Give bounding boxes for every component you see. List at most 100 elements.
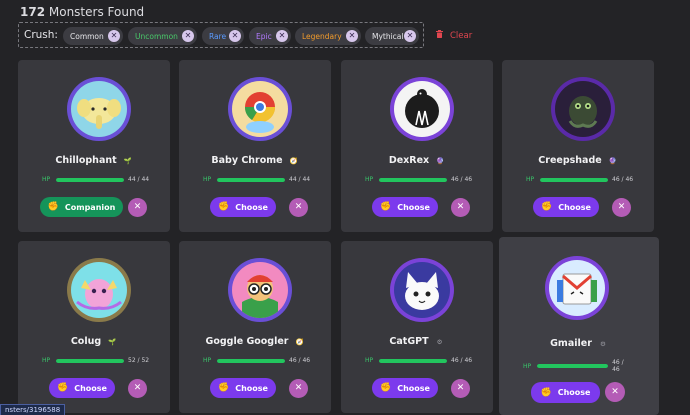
hp-value: 46 / 46 xyxy=(612,176,634,183)
avatar-ring xyxy=(67,258,131,322)
colug-avatar xyxy=(71,262,127,318)
fist-icon: ✊ xyxy=(541,202,553,212)
button-label: Choose xyxy=(397,202,430,212)
clear-label: Clear xyxy=(450,30,473,41)
hp-bar xyxy=(379,358,447,363)
results-count-label: Monsters Found xyxy=(45,5,145,19)
chip-remove-icon[interactable]: ✕ xyxy=(276,30,288,42)
hp-fill xyxy=(56,177,124,182)
choose-button[interactable]: ✊ Choose xyxy=(210,378,276,398)
baby-chrome-avatar xyxy=(232,81,288,137)
chip-remove-icon[interactable]: ✕ xyxy=(404,30,416,42)
button-label: Choose xyxy=(74,383,107,393)
hp-fill xyxy=(540,177,608,182)
crush-filter-bar: Crush: Common ✕ Uncommon ✕ Rare ✕ Epic ✕ Leg… xyxy=(18,22,424,48)
chip-remove-icon[interactable]: ✕ xyxy=(229,30,241,42)
avatar-ring xyxy=(390,77,454,141)
filter-chip-legendary[interactable]: Legendary ✕ xyxy=(295,27,361,45)
remove-button[interactable]: ✕ xyxy=(451,198,470,217)
hp-fill xyxy=(379,177,447,182)
choose-button[interactable]: ✊ Choose xyxy=(372,197,438,217)
hp-value: 52 / 52 xyxy=(128,357,150,364)
monster-name-row: Colug 🌱 xyxy=(18,336,170,347)
remove-button[interactable]: ✕ xyxy=(605,382,625,402)
gear-icon: ⚙ xyxy=(599,339,606,348)
remove-button[interactable]: ✕ xyxy=(289,379,308,398)
fist-icon: ✊ xyxy=(218,202,230,212)
monster-name: Creepshade xyxy=(538,155,602,166)
choose-button[interactable]: ✊ Choose xyxy=(49,378,115,398)
compass-icon: 🧭 xyxy=(289,156,298,165)
chip-label: Rare xyxy=(209,31,227,41)
hp-row: HP 44 / 44 xyxy=(42,176,152,183)
hp-value: 44 / 44 xyxy=(289,176,311,183)
chip-label: Mythical xyxy=(372,31,404,41)
hp-fill xyxy=(217,177,285,182)
choose-button[interactable]: ✊ Choose xyxy=(533,197,599,217)
chip-remove-icon[interactable]: ✕ xyxy=(346,30,358,42)
monster-name-row: Baby Chrome 🧭 xyxy=(179,155,331,166)
monster-card-goggle-googler[interactable]: Goggle Googler 🧭 HP 46 / 46 ✊ Choose ✕ xyxy=(179,241,331,413)
chillophant-avatar xyxy=(71,81,127,137)
hp-label: HP xyxy=(42,176,51,183)
results-count: 172 Monsters Found xyxy=(20,5,144,19)
remove-button[interactable]: ✕ xyxy=(612,198,631,217)
hp-row: HP 52 / 52 xyxy=(42,357,152,364)
dexrex-avatar xyxy=(394,81,450,137)
filter-chip-mythical[interactable]: Mythical ✕ xyxy=(365,27,419,45)
fist-icon: ✊ xyxy=(57,383,69,393)
crossed-swords-icon: ✕ xyxy=(456,202,465,212)
monster-name: Chillophant xyxy=(55,155,117,166)
filter-chip-uncommon[interactable]: Uncommon ✕ xyxy=(128,27,197,45)
crossed-swords-icon: ✕ xyxy=(617,202,626,212)
chip-remove-icon[interactable]: ✕ xyxy=(108,30,120,42)
choose-button[interactable]: ✊ Choose xyxy=(210,197,276,217)
hp-bar xyxy=(56,177,124,182)
monster-name: Gmailer xyxy=(550,338,592,349)
remove-button[interactable]: ✕ xyxy=(451,379,470,398)
monster-card-creepshade[interactable]: Creepshade 🔮 HP 46 / 46 ✊ Choose ✕ xyxy=(502,60,654,232)
crossed-swords-icon: ✕ xyxy=(294,383,303,393)
choose-button[interactable]: ✊ Choose xyxy=(531,382,600,403)
clear-filters-button[interactable]: Clear xyxy=(436,30,472,41)
crossed-swords-icon: ✕ xyxy=(133,383,142,393)
remove-button[interactable]: ✕ xyxy=(128,198,147,217)
monster-name-row: Chillophant 🌱 xyxy=(18,155,170,166)
gmailer-avatar xyxy=(549,260,605,316)
monster-card-gmailer[interactable]: Gmailer ⚙ HP 46 / 46 ✊ Choose ✕ xyxy=(499,237,659,415)
filter-chip-rare[interactable]: Rare ✕ xyxy=(202,27,244,45)
chip-remove-icon[interactable]: ✕ xyxy=(182,30,194,42)
crossed-swords-icon: ✕ xyxy=(294,202,303,212)
button-label: Choose xyxy=(235,383,268,393)
monster-card-chillophant[interactable]: Chillophant 🌱 HP 44 / 44 ✊ Companion ✕ xyxy=(18,60,170,232)
hp-row: HP 46 / 46 xyxy=(523,359,633,373)
hp-label: HP xyxy=(203,357,212,364)
monster-name: Goggle Googler xyxy=(205,336,289,347)
monster-card-colug[interactable]: Colug 🌱 HP 52 / 52 ✊ Choose ✕ xyxy=(18,241,170,413)
monster-name-row: Creepshade 🔮 xyxy=(502,155,654,166)
fist-icon: ✊ xyxy=(540,387,552,398)
hp-row: HP 46 / 46 xyxy=(365,357,475,364)
monster-name: DexRex xyxy=(388,155,430,166)
filter-chip-epic[interactable]: Epic ✕ xyxy=(249,27,291,45)
choose-button[interactable]: ✊ Choose xyxy=(372,378,438,398)
monster-card-baby-chrome[interactable]: Baby Chrome 🧭 HP 44 / 44 ✊ Choose ✕ xyxy=(179,60,331,232)
remove-button[interactable]: ✕ xyxy=(289,198,308,217)
avatar-ring xyxy=(545,256,609,320)
button-label: Choose xyxy=(558,202,591,212)
remove-button[interactable]: ✕ xyxy=(128,379,147,398)
chip-label: Uncommon xyxy=(135,31,178,41)
hp-bar xyxy=(379,177,447,182)
hp-label: HP xyxy=(203,176,212,183)
monster-card-dexrex[interactable]: DexRex 🔮 HP 46 / 46 ✊ Choose ✕ xyxy=(341,60,493,232)
monster-card-catgpt[interactable]: CatGPT ⚙ HP 46 / 46 ✊ Choose ✕ xyxy=(341,241,493,413)
monster-name-row: Gmailer ⚙ xyxy=(499,338,659,349)
fist-icon: ✊ xyxy=(47,202,59,212)
companion-button[interactable]: ✊ Companion xyxy=(40,197,123,217)
hp-fill xyxy=(536,364,609,368)
filter-chip-common[interactable]: Common ✕ xyxy=(63,27,123,45)
hp-fill xyxy=(56,358,124,363)
button-label: Choose xyxy=(557,388,591,397)
button-label: Choose xyxy=(397,383,430,393)
status-bar-url: nsters/3196588 xyxy=(0,404,66,415)
